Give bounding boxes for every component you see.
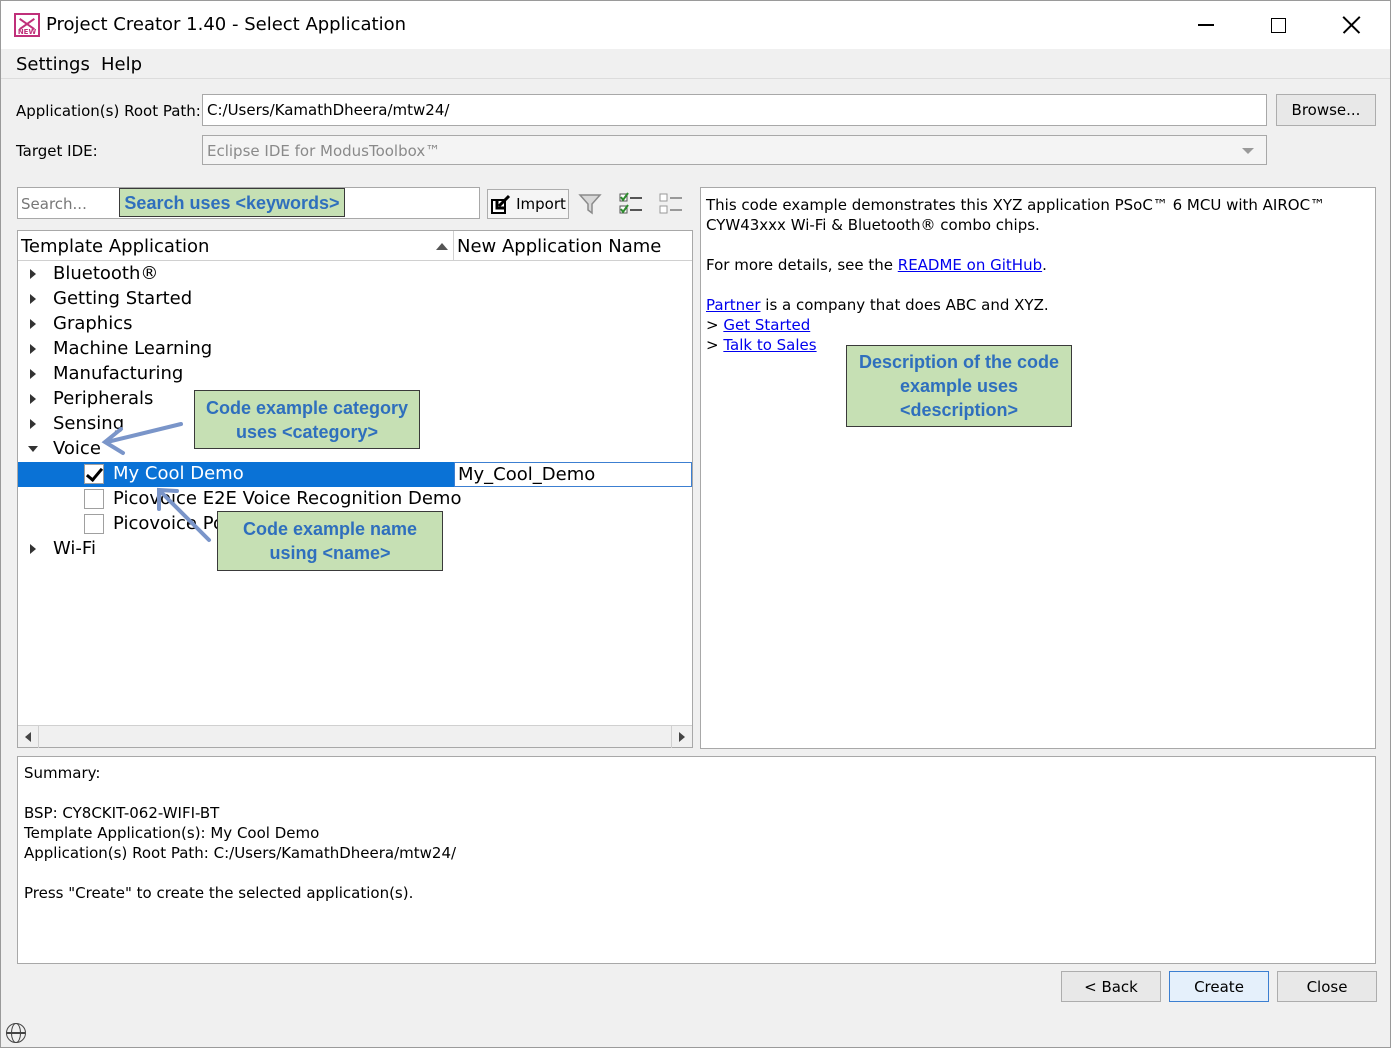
summary-panel: Summary: BSP: CY8CKIT-062-WIFI-BT Templa… bbox=[17, 756, 1376, 964]
import-icon bbox=[491, 194, 511, 214]
annotation-description: Description of the code example uses <de… bbox=[846, 345, 1072, 427]
window-title: Project Creator 1.40 - Select Applicatio… bbox=[46, 14, 407, 35]
filter-button[interactable] bbox=[577, 188, 603, 220]
expand-icon bbox=[30, 419, 36, 429]
get-started-line: > Get Started bbox=[706, 316, 811, 334]
summary-root-path: Application(s) Root Path: C:/Users/Kamat… bbox=[24, 844, 457, 862]
root-path-label: Application(s) Root Path: bbox=[16, 102, 201, 120]
category-label: Sensing bbox=[53, 413, 125, 434]
expand-icon bbox=[30, 369, 36, 379]
maximize-button[interactable] bbox=[1256, 9, 1300, 41]
deselect-all-button[interactable] bbox=[657, 188, 685, 220]
talk-to-sales-line: > Talk to Sales bbox=[706, 336, 817, 354]
category-label: Manufacturing bbox=[53, 363, 184, 384]
maximize-icon bbox=[1270, 17, 1286, 33]
readme-link[interactable]: README on GitHub bbox=[898, 256, 1042, 274]
expand-icon bbox=[30, 294, 36, 304]
description-panel: This code example demonstrates this XYZ … bbox=[700, 187, 1376, 749]
expand-icon bbox=[30, 319, 36, 329]
import-label: Import bbox=[516, 195, 566, 213]
expand-icon bbox=[30, 269, 36, 279]
project-creator-window: NEW Project Creator 1.40 - Select Applic… bbox=[0, 0, 1391, 1048]
filter-icon bbox=[578, 194, 602, 215]
expand-icon bbox=[30, 394, 36, 404]
search-placeholder: Search... bbox=[21, 195, 87, 213]
partner-line: Partner is a company that does ABC and X… bbox=[706, 296, 1049, 314]
annotation-search: Search uses <keywords> bbox=[119, 188, 345, 217]
category-label: Machine Learning bbox=[53, 338, 213, 359]
template-checkbox[interactable] bbox=[84, 464, 104, 484]
column-header-app-name[interactable]: New Application Name bbox=[454, 231, 692, 261]
category-label: Getting Started bbox=[53, 288, 193, 309]
tree-category-getting-started[interactable]: Getting Started bbox=[18, 287, 692, 312]
minimize-button[interactable] bbox=[1184, 9, 1228, 41]
target-ide-value: Eclipse IDE for ModusToolbox™ bbox=[207, 142, 441, 160]
app-icon-label: NEW bbox=[17, 28, 37, 36]
summary-template: Template Application(s): My Cool Demo bbox=[24, 824, 320, 842]
target-ide-label: Target IDE: bbox=[16, 142, 98, 160]
annotation-name: Code example name using <name> bbox=[217, 511, 443, 571]
annotation-category: Code example category uses <category> bbox=[194, 390, 420, 449]
create-button[interactable]: Create bbox=[1169, 971, 1269, 1002]
description-line1: This code example demonstrates this XYZ … bbox=[706, 196, 1326, 214]
browse-button[interactable]: Browse... bbox=[1276, 94, 1376, 126]
collapse-icon bbox=[28, 446, 38, 452]
app-name-input[interactable]: My_Cool_Demo bbox=[454, 462, 692, 487]
category-label: Graphics bbox=[53, 313, 133, 334]
tree-category-manufacturing[interactable]: Manufacturing bbox=[18, 362, 692, 387]
menu-settings[interactable]: Settings bbox=[16, 54, 90, 75]
column-header-app-name-label: New Application Name bbox=[457, 236, 662, 257]
template-label: Picovoice E2E Voice Recognition Demo bbox=[113, 488, 462, 509]
close-window-button[interactable] bbox=[1329, 9, 1373, 41]
tree-category-bluetooth[interactable]: Bluetooth® bbox=[18, 262, 692, 287]
template-checkbox[interactable] bbox=[84, 514, 104, 534]
sort-ascending-icon bbox=[436, 243, 448, 250]
summary-bsp: BSP: CY8CKIT-062-WIFI-BT bbox=[24, 804, 220, 822]
template-label: Picovoice Po bbox=[113, 513, 224, 534]
tree-item-picovoice-e2e[interactable]: Picovoice E2E Voice Recognition Demo bbox=[18, 487, 692, 512]
close-icon bbox=[1342, 16, 1360, 34]
back-button[interactable]: < Back bbox=[1061, 971, 1161, 1002]
summary-instruction: Press "Create" to create the selected ap… bbox=[24, 884, 414, 902]
target-ide-select[interactable]: Eclipse IDE for ModusToolbox™ bbox=[202, 135, 1267, 165]
app-icon: NEW bbox=[14, 13, 40, 37]
scroll-left-icon[interactable] bbox=[25, 732, 31, 742]
template-label: My Cool Demo bbox=[113, 463, 244, 484]
partner-link[interactable]: Partner bbox=[706, 296, 761, 314]
column-header-template[interactable]: Template Application bbox=[18, 231, 454, 261]
category-label: Peripherals bbox=[53, 388, 154, 409]
template-application-table: Template Application New Application Nam… bbox=[17, 230, 693, 748]
get-started-link[interactable]: Get Started bbox=[723, 316, 810, 334]
summary-heading: Summary: bbox=[24, 764, 101, 782]
tree-category-graphics[interactable]: Graphics bbox=[18, 312, 692, 337]
talk-to-sales-link[interactable]: Talk to Sales bbox=[723, 336, 816, 354]
title-bar: NEW Project Creator 1.40 - Select Applic… bbox=[1, 1, 1390, 49]
check-list-icon bbox=[619, 192, 642, 214]
expand-icon bbox=[30, 544, 36, 554]
tree-category-machine-learning[interactable]: Machine Learning bbox=[18, 337, 692, 362]
category-label: Bluetooth® bbox=[53, 263, 159, 284]
globe-icon[interactable] bbox=[6, 1023, 26, 1043]
details-line: For more details, see the README on GitH… bbox=[706, 256, 1047, 274]
uncheck-list-icon bbox=[659, 193, 682, 214]
scroll-right-icon[interactable] bbox=[679, 732, 685, 742]
close-button[interactable]: Close bbox=[1277, 971, 1377, 1002]
import-button[interactable]: Import bbox=[487, 189, 569, 219]
select-all-button[interactable] bbox=[617, 188, 645, 220]
category-label: Wi-Fi bbox=[53, 538, 96, 559]
expand-icon bbox=[30, 344, 36, 354]
menu-bar: Settings Help bbox=[1, 49, 1390, 79]
column-header-template-label: Template Application bbox=[21, 236, 210, 257]
tree-item-my-cool-demo[interactable]: My Cool Demo My_Cool_Demo bbox=[18, 462, 692, 487]
horizontal-scrollbar[interactable] bbox=[18, 725, 692, 748]
description-line2: CYW43xxx Wi-Fi & Bluetooth® combo chips. bbox=[706, 216, 1040, 234]
category-label: Voice bbox=[53, 438, 101, 459]
minimize-icon bbox=[1198, 24, 1214, 26]
root-path-input[interactable]: C:/Users/KamathDheera/mtw24/ bbox=[202, 94, 1267, 126]
chevron-down-icon bbox=[1242, 148, 1254, 154]
template-checkbox[interactable] bbox=[84, 489, 104, 509]
menu-help[interactable]: Help bbox=[101, 54, 142, 75]
